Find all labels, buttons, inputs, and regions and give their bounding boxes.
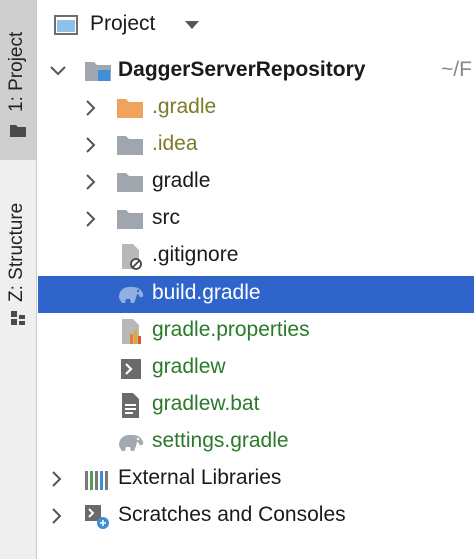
tree-item-gradlew[interactable]: gradlew [38, 350, 474, 387]
scratches-icon [85, 505, 109, 529]
tree-item-gradle[interactable]: gradle [38, 164, 474, 201]
tree-item-gradle-cache[interactable]: .gradle [38, 90, 474, 127]
tree-item-label: External Libraries [118, 466, 282, 489]
tree-item-label: settings.gradle [152, 429, 289, 452]
tree-item-gradlew-bat[interactable]: gradlew.bat [38, 387, 474, 424]
library-icon [85, 471, 108, 490]
tree-item-label: gradlew.bat [152, 392, 260, 415]
chevron-right-icon[interactable] [86, 174, 96, 190]
shell-script-icon [121, 359, 141, 379]
project-view-header: Project [38, 0, 474, 50]
project-view-selector[interactable]: Project [90, 12, 155, 36]
root-project-path: ~/F [441, 58, 472, 81]
project-panel: Project DaggerServerRepository ~/F .grad… [38, 0, 474, 559]
tree-item-src[interactable]: src [38, 201, 474, 238]
tree-item-external-libraries[interactable]: External Libraries [38, 461, 474, 498]
text-file-icon [122, 393, 139, 418]
folder-icon [117, 136, 143, 155]
module-folder-icon [85, 62, 111, 81]
structure-icon [11, 311, 25, 325]
tool-window-strip: 1: Project Z: Structure [0, 0, 37, 559]
tree-item-label: .idea [152, 132, 198, 155]
gradle-elephant-icon [119, 434, 144, 451]
tree-item-label: Scratches and Consoles [118, 503, 346, 526]
structure-tab-label: Z: Structure [6, 202, 27, 302]
folder-icon [117, 210, 143, 229]
tree-item-scratches[interactable]: Scratches and Consoles [38, 498, 474, 535]
chevron-right-icon[interactable] [52, 508, 62, 524]
tree-item-build-gradle[interactable]: build.gradle [38, 276, 474, 313]
project-tool-tab[interactable]: 1: Project [0, 0, 36, 160]
tree-item-gitignore[interactable]: .gitignore [38, 238, 474, 275]
folder-icon [117, 99, 143, 118]
tree-item-gradle-properties[interactable]: gradle.properties [38, 313, 474, 350]
tree-item-label: .gradle [152, 95, 217, 118]
chevron-right-icon[interactable] [86, 137, 96, 153]
tree-item-idea[interactable]: .idea [38, 127, 474, 164]
ignored-file-icon [122, 244, 142, 270]
folder-icon [10, 125, 26, 137]
project-tab-label: 1: Project [6, 31, 27, 112]
gradle-elephant-icon [119, 286, 144, 303]
structure-tool-tab[interactable]: Z: Structure [0, 170, 36, 340]
chevron-right-icon[interactable] [86, 211, 96, 227]
chevron-down-icon[interactable] [50, 66, 66, 76]
tree-item-label: src [152, 206, 180, 229]
folder-icon [117, 173, 143, 192]
tree-item-label: gradlew [152, 355, 226, 378]
properties-file-icon [122, 319, 141, 344]
project-window-icon [54, 15, 78, 35]
chevron-right-icon[interactable] [86, 100, 96, 116]
tree-item-label: gradle [152, 169, 211, 192]
tree-item-label: build.gradle [152, 281, 261, 304]
tree-item-label: .gitignore [152, 243, 239, 266]
chevron-down-icon[interactable] [184, 20, 200, 30]
tree-root-row[interactable]: DaggerServerRepository ~/F [38, 53, 474, 90]
root-project-name: DaggerServerRepository [118, 58, 366, 81]
chevron-right-icon[interactable] [52, 471, 62, 487]
tree-item-label: gradle.properties [152, 318, 310, 341]
tree-item-settings-gradle[interactable]: settings.gradle [38, 424, 474, 461]
